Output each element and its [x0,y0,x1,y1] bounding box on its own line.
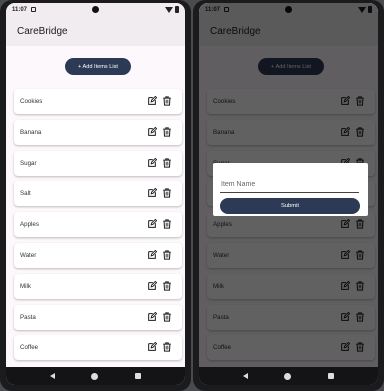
phone-frame-left: 11:07 CareBridge + Add Items List Cookie… [0,0,191,391]
screenshot-stage: 11:07 CareBridge + Add Items List Cookie… [0,0,384,391]
trash-icon[interactable] [162,127,172,137]
recents-icon[interactable] [327,373,334,379]
item-label: Milk [20,282,31,290]
list-item: Salt [14,181,182,207]
home-icon[interactable] [284,372,292,380]
trash-icon[interactable] [162,188,172,199]
list-item: Apples [14,212,182,238]
item-actions [147,249,172,260]
edit-icon[interactable] [147,280,157,291]
phone-frame-right: 11:07 CareBridge + Add Items List Cookie… [193,0,384,391]
item-label: Salt [20,190,31,198]
item-label: Water [20,251,37,259]
item-label: Apples [20,221,39,229]
notification-icon [31,7,37,12]
navigation-bar [6,367,185,385]
status-icons [165,6,179,13]
back-icon[interactable] [243,373,249,379]
item-label: Pasta [20,313,36,321]
screen-left: 11:07 CareBridge + Add Items List Cookie… [6,3,185,385]
status-time: 11:07 [12,6,28,13]
edit-icon[interactable] [147,96,157,106]
trash-icon[interactable] [162,250,172,260]
screen-right: 11:07 CareBridge + Add Items List Cookie… [199,3,378,385]
item-label: Banana [20,128,42,136]
list-item: Coffee [14,335,182,361]
battery-icon [175,6,179,13]
list-item: Milk [14,273,182,299]
list-item: Sugar [14,150,182,176]
item-actions [147,280,172,291]
trash-icon[interactable] [162,281,172,291]
recents-icon[interactable] [134,373,141,379]
edit-icon[interactable] [147,188,157,198]
edit-icon[interactable] [147,219,157,229]
wifi-icon [165,6,173,13]
item-actions [147,188,172,199]
edit-icon[interactable] [147,342,157,352]
add-item-dialog: Submit [213,163,368,216]
item-actions [147,126,172,137]
add-items-list-button[interactable]: + Add Items List [65,58,131,75]
item-actions [147,157,172,168]
list-item: Water [14,242,182,268]
trash-icon[interactable] [162,157,172,168]
trash-icon[interactable] [162,219,172,229]
item-label: Cookies [20,98,43,105]
item-actions [147,342,172,353]
list-item: Banana [14,119,182,145]
navigation-bar [199,367,378,385]
home-icon[interactable] [91,372,99,380]
trash-icon[interactable] [162,96,172,106]
item-name-input[interactable] [220,180,359,193]
item-actions [147,311,172,322]
item-label: Sugar [20,159,37,167]
edit-icon[interactable] [147,249,157,260]
edit-icon[interactable] [147,126,157,137]
app-title: CareBridge [17,25,68,37]
item-actions [147,219,172,229]
back-icon[interactable] [50,373,56,379]
trash-icon[interactable] [162,311,172,322]
submit-button[interactable]: Submit [220,197,360,214]
list-item: Pasta [14,304,182,330]
edit-icon[interactable] [147,157,157,168]
list-item: Cookies [14,89,182,114]
edit-icon[interactable] [147,311,157,322]
item-label: Coffee [20,344,39,352]
camera-cutout [92,6,99,13]
app-bar: CareBridge [6,16,185,46]
trash-icon[interactable] [162,342,172,353]
item-actions [147,96,172,106]
item-list: Cookies Banana Sugar Salt Apples Water M… [14,89,182,366]
